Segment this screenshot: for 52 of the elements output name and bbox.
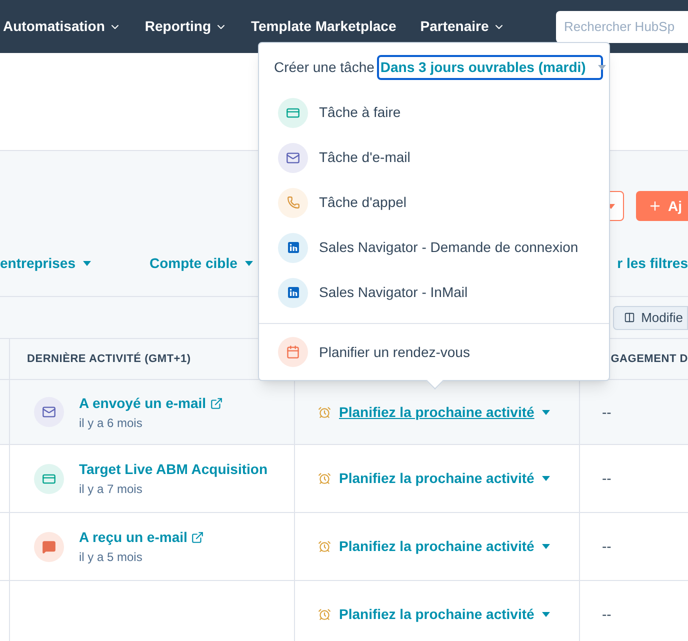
envelope-icon bbox=[34, 397, 64, 427]
caret-icon bbox=[83, 261, 92, 266]
table-row[interactable]: Target Live ABM Acquisition il y a 7 mois Planifiez la prochaine activité -- bbox=[0, 445, 688, 513]
activity-link[interactable]: Target Live ABM Acquisition bbox=[79, 459, 268, 480]
nav-menu-item[interactable]: Template Marketplace bbox=[251, 16, 396, 37]
schedule-activity-link[interactable]: Planifiez la prochaine activité bbox=[339, 468, 550, 489]
nav-menu-item[interactable]: Automatisation bbox=[3, 16, 121, 37]
alarm-clock-icon bbox=[318, 608, 331, 621]
engagement-value: -- bbox=[602, 605, 612, 624]
task-type-option[interactable]: Tâche d'e-mail bbox=[259, 135, 609, 180]
alarm-clock-icon bbox=[318, 406, 331, 418]
linkedin-icon bbox=[278, 278, 308, 308]
engagement-value: -- bbox=[602, 537, 612, 556]
chat-icon bbox=[34, 532, 64, 562]
linkedin-icon bbox=[278, 232, 308, 262]
activity-time: il y a 6 mois bbox=[79, 414, 144, 432]
task-icon bbox=[278, 98, 308, 128]
caret-icon bbox=[542, 410, 550, 414]
task-type-option[interactable]: Tâche d'appel bbox=[259, 180, 609, 225]
external-link-icon bbox=[210, 396, 224, 410]
nav-menu-item[interactable]: Partenaire bbox=[420, 16, 505, 37]
task-icon bbox=[34, 464, 64, 494]
activity-time: il y a 7 mois bbox=[79, 481, 144, 498]
plus-icon bbox=[648, 199, 662, 213]
due-date-dropdown[interactable]: Dans 3 jours ouvrables (mardi) bbox=[377, 55, 603, 80]
external-link-icon bbox=[191, 531, 204, 544]
column-header: GAGEMENT D bbox=[610, 352, 688, 367]
calendar-icon bbox=[278, 337, 308, 367]
columns-icon bbox=[624, 312, 636, 323]
table-row[interactable]: A reçu un e-mail il y a 5 mois Planifiez la prochaine activité -- bbox=[0, 513, 688, 581]
caret-icon bbox=[542, 612, 550, 617]
task-type-option[interactable]: Sales Navigator - Demande de connexion bbox=[259, 225, 609, 270]
task-type-option[interactable]: Tâche à faire bbox=[259, 90, 609, 135]
phone-icon bbox=[278, 188, 308, 218]
caret-icon bbox=[542, 476, 550, 481]
search-field[interactable]: Rechercher HubSp bbox=[556, 10, 688, 42]
caret-icon bbox=[542, 544, 550, 549]
caret-icon bbox=[245, 261, 254, 266]
engagement-value: -- bbox=[602, 469, 612, 488]
activity-time: il y a 5 mois bbox=[79, 549, 144, 566]
activity-link[interactable]: A reçu un e-mail bbox=[79, 527, 204, 548]
schedule-activity-link[interactable]: Planifiez la prochaine activité bbox=[339, 536, 550, 557]
popover-label: Créer une tâche bbox=[274, 58, 374, 77]
envelope-icon bbox=[278, 142, 308, 172]
edit-columns-button[interactable]: Modifie bbox=[613, 306, 688, 330]
alarm-clock-icon bbox=[318, 540, 331, 553]
task-type-option[interactable]: Sales Navigator - InMail bbox=[259, 270, 609, 315]
engagement-value: -- bbox=[602, 402, 612, 422]
caret-icon bbox=[598, 65, 606, 70]
nav-menu-item[interactable]: Reporting bbox=[144, 16, 227, 37]
schedule-activity-link[interactable]: Planifiez la prochaine activité bbox=[339, 604, 550, 625]
alarm-clock-icon bbox=[318, 472, 331, 485]
